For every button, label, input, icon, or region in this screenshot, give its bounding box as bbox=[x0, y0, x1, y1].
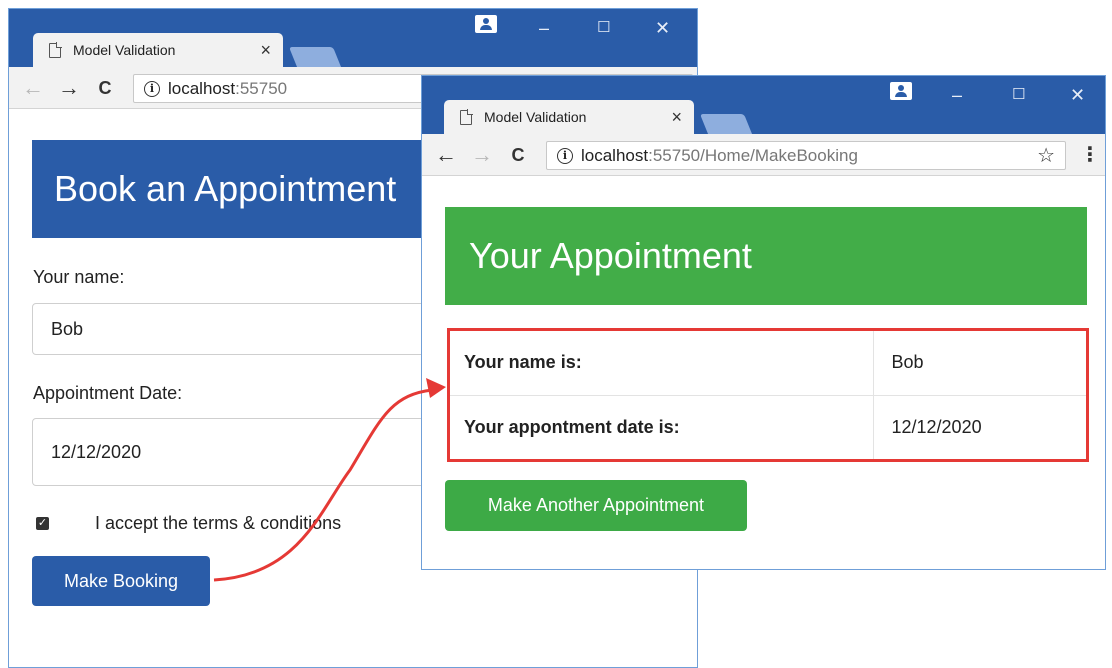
close-icon[interactable]: ✕ bbox=[1070, 86, 1085, 104]
reload-icon[interactable]: C bbox=[93, 77, 117, 99]
url-host: localhost bbox=[581, 145, 649, 165]
terms-label: I accept the terms & conditions bbox=[95, 513, 342, 533]
page-icon bbox=[460, 109, 473, 125]
forward-arrow-icon[interactable]: → bbox=[470, 143, 494, 166]
close-icon[interactable]: ✕ bbox=[655, 19, 670, 37]
profile-icon[interactable] bbox=[475, 15, 497, 33]
back-arrow-icon[interactable]: ← bbox=[434, 143, 458, 166]
make-booking-button[interactable]: Make Booking bbox=[32, 556, 210, 606]
page-icon bbox=[49, 42, 62, 58]
url-path: :55750 bbox=[235, 78, 288, 98]
table-row: Your name is: Bob bbox=[450, 331, 1086, 396]
url-path: :55750/Home/MakeBooking bbox=[648, 145, 858, 165]
menu-icon[interactable]: ⋮ bbox=[1080, 142, 1100, 167]
back-arrow-icon[interactable]: ← bbox=[21, 76, 45, 99]
tab-close-icon[interactable]: × bbox=[260, 40, 271, 61]
front-titlebar: Model Validation × – ☐ ✕ bbox=[422, 76, 1105, 134]
page-title-banner: Your Appointment bbox=[445, 207, 1087, 305]
back-tab[interactable]: Model Validation × bbox=[33, 33, 283, 67]
front-toolbar: ← → C i localhost:55750/Home/MakeBooking… bbox=[422, 134, 1105, 176]
front-browser-window: Model Validation × – ☐ ✕ ← → C i localho… bbox=[421, 75, 1106, 570]
front-tab[interactable]: Model Validation × bbox=[444, 100, 694, 134]
summary-table: Your name is: Bob Your appontment date i… bbox=[450, 331, 1086, 459]
summary-label: Your name is: bbox=[450, 331, 873, 396]
tab-close-icon[interactable]: × bbox=[671, 107, 682, 128]
info-icon[interactable]: i bbox=[557, 147, 573, 164]
name-label: Your name: bbox=[33, 267, 125, 287]
star-icon[interactable]: ☆ bbox=[1037, 143, 1055, 168]
front-address-bar[interactable]: i localhost:55750/Home/MakeBooking ☆ bbox=[546, 141, 1066, 170]
date-label: Appointment Date: bbox=[33, 383, 183, 403]
url-host: localhost bbox=[168, 78, 236, 98]
summary-value: 12/12/2020 bbox=[872, 395, 1086, 459]
summary-label: Your appontment date is: bbox=[464, 416, 680, 437]
forward-arrow-icon[interactable]: → bbox=[57, 76, 81, 99]
maximize-icon[interactable]: ☐ bbox=[1012, 86, 1025, 104]
new-tab-button[interactable] bbox=[288, 47, 342, 67]
reload-icon[interactable]: C bbox=[506, 144, 530, 166]
appointment-summary: Your name is: Bob Your appontment date i… bbox=[447, 328, 1089, 462]
terms-checkbox[interactable]: ✓ bbox=[36, 517, 49, 530]
info-icon[interactable]: i bbox=[144, 80, 160, 97]
maximize-icon[interactable]: ☐ bbox=[597, 19, 610, 37]
minimize-icon[interactable]: – bbox=[539, 19, 549, 37]
profile-icon[interactable] bbox=[890, 82, 912, 100]
front-tab-title: Model Validation bbox=[484, 109, 587, 125]
table-row: Your appontment date is: 12/12/2020 bbox=[450, 395, 1086, 459]
minimize-icon[interactable]: – bbox=[952, 86, 962, 104]
summary-value: Bob bbox=[872, 331, 1086, 396]
back-tab-title: Model Validation bbox=[73, 42, 176, 58]
back-titlebar: Model Validation × – ☐ ✕ bbox=[9, 9, 697, 67]
new-tab-button[interactable] bbox=[699, 114, 753, 134]
make-another-appointment-button[interactable]: Make Another Appointment bbox=[445, 480, 747, 531]
